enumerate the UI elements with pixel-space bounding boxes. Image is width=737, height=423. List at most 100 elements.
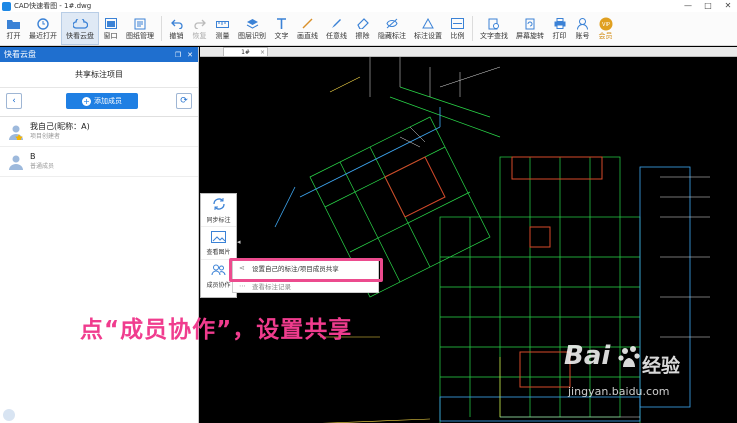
panel-window-buttons: ❐ ✕ xyxy=(175,51,198,59)
text-icon xyxy=(274,17,289,30)
close-tab-icon[interactable]: × xyxy=(260,48,265,57)
back-button[interactable]: ‹ xyxy=(6,93,22,109)
svg-text:VIP: VIP xyxy=(602,22,610,28)
toolbar-label: 打印 xyxy=(552,32,567,40)
baidu-watermark: Bai 经验 jingyan.baidu.com xyxy=(564,341,734,407)
list-item[interactable]: B 普通成员 xyxy=(0,147,198,177)
panel-restore-icon[interactable]: ❐ xyxy=(175,51,181,59)
toolbar-undo-button[interactable]: 撤销 xyxy=(165,12,188,45)
watermark-url: jingyan.baidu.com xyxy=(568,385,670,398)
toolbar-layer-button[interactable]: 图层识别 xyxy=(234,12,270,45)
measure-icon xyxy=(215,17,230,30)
toolbar-separator xyxy=(472,16,473,41)
app-logo-icon xyxy=(2,1,11,11)
account-icon xyxy=(575,17,590,30)
toolbar-measure-button[interactable]: 测量 xyxy=(211,12,234,45)
toolbar-line-button[interactable]: 画直线 xyxy=(293,12,322,45)
toolbar-scale-button[interactable]: 比例 xyxy=(446,12,469,45)
toolbar-label: 擦除 xyxy=(355,32,370,40)
toolbar-label: 测量 xyxy=(215,32,230,40)
refresh-icon: ⟳ xyxy=(180,96,188,106)
tutorial-annotation: 点“成员协作”，设置共享 xyxy=(80,317,353,343)
panel-actions: ‹ + 添加成员 ⟳ xyxy=(0,88,198,114)
toolbar-label: 图纸管理 xyxy=(126,32,154,40)
hide-annotation-icon xyxy=(385,17,400,30)
mini-label: 成员协作 xyxy=(206,282,231,289)
window-controls: — □ ✕ xyxy=(683,0,733,12)
window-icon xyxy=(103,17,118,30)
highlight-box xyxy=(229,258,383,282)
member-name: 我自己(昵称：A) xyxy=(30,122,90,131)
plus-icon: + xyxy=(82,96,91,106)
panel-title: 快看云盘 xyxy=(4,50,36,59)
toolbar-text-button[interactable]: 文字 xyxy=(270,12,293,45)
toolbar-label: 打开 xyxy=(6,32,21,40)
add-member-button[interactable]: + 添加成员 xyxy=(66,93,138,109)
toolbar-redo-button[interactable]: 恢复 xyxy=(188,12,211,45)
freehand-icon xyxy=(329,17,344,30)
refresh-button[interactable]: ⟳ xyxy=(176,93,192,109)
toolbar-hide-annotation-button[interactable]: 隐藏标注 xyxy=(374,12,410,45)
toolbar-label: 文字 xyxy=(274,32,289,40)
toolbar-label: 画直线 xyxy=(297,32,318,40)
toolbar-rotate-button[interactable]: 屏幕旋转 xyxy=(512,12,548,45)
toolbar-recent-button[interactable]: 最近打开 xyxy=(25,12,61,45)
toolbar-eraser-button[interactable]: 擦除 xyxy=(351,12,374,45)
close-button[interactable]: ✕ xyxy=(723,0,733,12)
toolbar-label: 窗口 xyxy=(103,32,118,40)
image-icon xyxy=(211,230,226,245)
toolbar-open-button[interactable]: 打开 xyxy=(2,12,25,45)
toolbar-separator xyxy=(161,16,162,41)
toolbar-label: 最近打开 xyxy=(29,32,57,40)
toolbar-label: 比例 xyxy=(450,32,465,40)
main-toolbar: 打开 最近打开 快看云盘 窗口 图纸管理 撤销 恢复 测量 图层识别 文字 画直… xyxy=(0,12,737,46)
maximize-button[interactable]: □ xyxy=(703,0,713,12)
toolbar-label: 屏幕旋转 xyxy=(516,32,544,40)
toolbar-account-button[interactable]: 账号 xyxy=(571,12,594,45)
panel-footer-icon[interactable] xyxy=(3,409,15,421)
panel-close-icon[interactable]: ✕ xyxy=(187,51,193,59)
record-icon: ⋯ xyxy=(239,282,246,290)
watermark-logo: Bai xyxy=(564,341,611,371)
annotation-settings-icon xyxy=(421,17,436,30)
toolbar-label: 任意线 xyxy=(326,32,347,40)
member-list: 我自己(昵称：A) 项目创建者 B 普通成员 xyxy=(0,116,198,177)
panel-header: 快看云盘 ❐ ✕ xyxy=(0,47,198,62)
add-member-label: 添加成员 xyxy=(94,97,122,105)
toolbar-window-button[interactable]: 窗口 xyxy=(99,12,122,45)
cloud-icon xyxy=(72,17,88,30)
avatar-icon xyxy=(8,154,24,170)
toolbar-label: 图层识别 xyxy=(238,32,266,40)
tab-drawing[interactable]: 1# × xyxy=(223,47,268,57)
toolbar-cloud-button[interactable]: 快看云盘 xyxy=(61,12,99,45)
toolbar-label: 快看云盘 xyxy=(66,32,94,40)
mini-label: 查看图片 xyxy=(206,248,231,256)
undo-icon xyxy=(169,17,184,30)
cloud-panel: 快看云盘 ❐ ✕ 共享标注项目 ‹ + 添加成员 ⟳ 我自己(昵称：A) 项目创… xyxy=(0,47,199,423)
expand-caret-icon[interactable]: ◂ xyxy=(237,238,241,246)
sync-annotation-button[interactable]: 同步标注 xyxy=(201,194,236,227)
toolbar-text-search-button[interactable]: 文字查找 xyxy=(476,12,512,45)
toolbar-vip-button[interactable]: VIP 会员 xyxy=(594,12,617,45)
member-name: B xyxy=(30,152,36,161)
toolbar-label: 恢复 xyxy=(192,32,207,40)
document-tab-bar: 1# × xyxy=(200,47,737,57)
member-role: 普通成员 xyxy=(30,163,55,170)
tab-label: 1# xyxy=(241,49,250,56)
toolbar-label: 隐藏标注 xyxy=(378,32,406,40)
vip-icon: VIP xyxy=(598,17,613,30)
toolbar-drawing-manage-button[interactable]: 图纸管理 xyxy=(122,12,158,45)
toolbar-label: 文字查找 xyxy=(480,32,508,40)
minimize-button[interactable]: — xyxy=(683,0,693,12)
window-title: CAD快速看图 - 1#.dwg xyxy=(14,2,92,10)
rotate-icon xyxy=(523,17,538,30)
title-bar: CAD快速看图 - 1#.dwg — □ ✕ xyxy=(0,0,737,12)
clock-icon xyxy=(36,17,51,30)
drawing-manage-icon xyxy=(133,17,148,30)
toolbar-annotation-settings-button[interactable]: 标注设置 xyxy=(410,12,446,45)
view-image-button[interactable]: 查看图片 xyxy=(201,227,236,260)
toolbar-freehand-button[interactable]: 任意线 xyxy=(322,12,351,45)
toolbar-print-button[interactable]: 打印 xyxy=(548,12,571,45)
panel-subtitle: 共享标注项目 xyxy=(0,62,198,88)
list-item[interactable]: 我自己(昵称：A) 项目创建者 xyxy=(0,117,198,147)
